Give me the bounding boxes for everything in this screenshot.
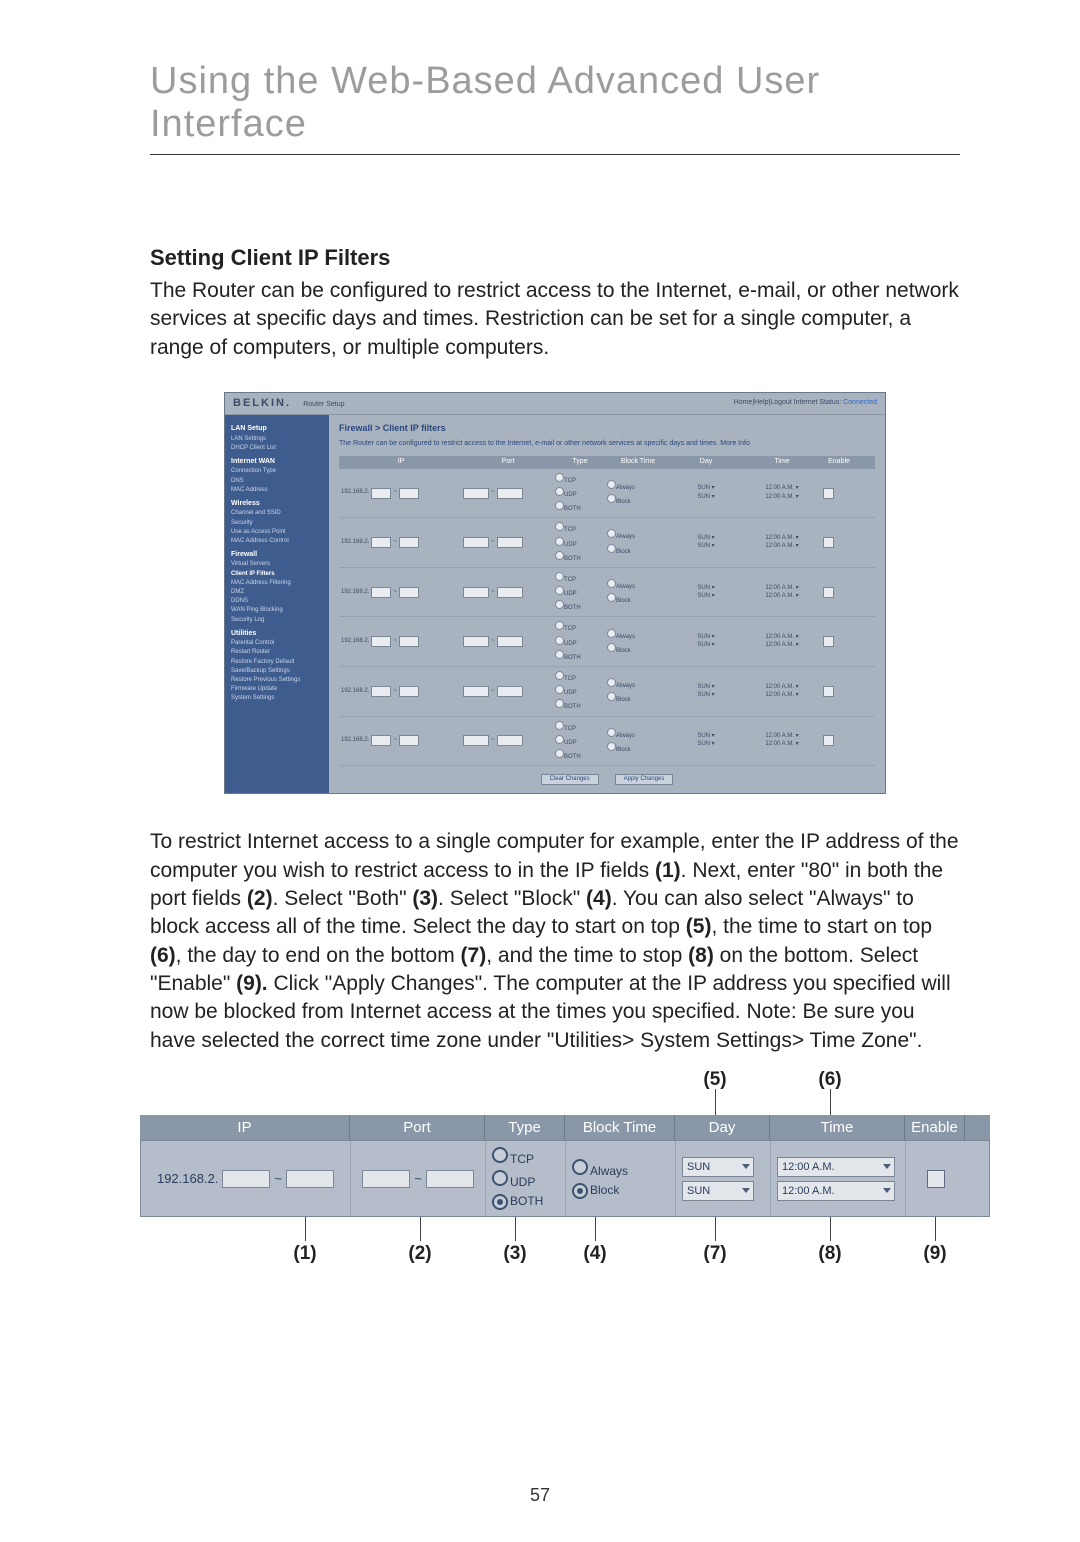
- annotated-row-figure: (5) (6) IP Port Type Block Time Day Time…: [140, 1085, 990, 1267]
- callout-5: (5): [703, 1069, 726, 1091]
- panel-title: Firewall > Client IP filters: [339, 423, 875, 434]
- sidebar-item[interactable]: DDNS: [231, 598, 323, 605]
- sidebar-item[interactable]: DMZ: [231, 589, 323, 596]
- blocktime-cell: Always Block: [566, 1141, 676, 1216]
- panel-description: The Router can be configured to restrict…: [339, 440, 875, 448]
- sidebar-item[interactable]: Parental Control: [231, 640, 323, 647]
- page-banner: Using the Web-Based Advanced User Interf…: [150, 60, 960, 155]
- sidebar-item[interactable]: Restart Router: [231, 649, 323, 656]
- filter-header-row: IP Port Type Block Time Day Time Enable: [339, 456, 875, 468]
- sidebar-item[interactable]: LAN Settings: [231, 436, 323, 443]
- filter-rule-row: 192.168.2. ~ ~ TCPUDPBOTHAlwaysBlockSUN …: [339, 617, 875, 667]
- enable-checkbox[interactable]: [927, 1170, 945, 1188]
- sidebar-item[interactable]: DHCP Client List: [231, 445, 323, 452]
- filter-rule-row: 192.168.2. ~ ~ TCPUDPBOTHAlwaysBlockSUN …: [339, 469, 875, 519]
- type-both-radio[interactable]: [492, 1194, 508, 1210]
- port-start-input[interactable]: [362, 1170, 410, 1188]
- ip-end-input[interactable]: [286, 1170, 334, 1188]
- filter-rule-row: 192.168.2. ~ ~ TCPUDPBOTHAlwaysBlockSUN …: [339, 717, 875, 767]
- router-screenshot: BELKIN. Router Setup Home|Help|Logout In…: [150, 392, 960, 794]
- sidebar-item[interactable]: Restore Previous Settings: [231, 677, 323, 684]
- sidebar-item[interactable]: MAC Address Control: [231, 538, 323, 545]
- callout-2: (2): [408, 1243, 431, 1265]
- time-end-select[interactable]: 12:00 A.M.: [777, 1181, 895, 1201]
- sidebar-item[interactable]: MAC Address: [231, 487, 323, 494]
- filter-rule-row: 192.168.2. ~ ~ TCPUDPBOTHAlwaysBlockSUN …: [339, 518, 875, 568]
- filter-rule-row: 192.168.2. ~ ~ TCPUDPBOTHAlwaysBlockSUN …: [339, 667, 875, 717]
- sidebar-heading: Internet WAN: [231, 458, 323, 466]
- sidebar-item[interactable]: Connection Type: [231, 468, 323, 475]
- callout-6: (6): [818, 1069, 841, 1091]
- callout-7: (7): [703, 1243, 726, 1265]
- sidebar-item[interactable]: WAN Ping Blocking: [231, 607, 323, 614]
- sidebar-heading: Firewall: [231, 551, 323, 559]
- callout-4: (4): [583, 1243, 606, 1265]
- status-text: Home|Help|Logout Internet Status: Connec…: [734, 399, 877, 407]
- type-tcp-radio[interactable]: [492, 1147, 508, 1163]
- day-end-select[interactable]: SUN: [682, 1181, 754, 1201]
- type-udp-radio[interactable]: [492, 1170, 508, 1186]
- intro-paragraph: The Router can be configured to restrict…: [150, 277, 960, 362]
- ip-start-input[interactable]: [222, 1170, 270, 1188]
- time-start-select[interactable]: 12:00 A.M.: [777, 1157, 895, 1177]
- main-pane: Firewall > Client IP filters The Router …: [329, 415, 885, 793]
- sidebar-item[interactable]: Firmware Update: [231, 686, 323, 693]
- time-cell: 12:00 A.M. 12:00 A.M.: [771, 1141, 906, 1216]
- section-heading: Setting Client IP Filters: [150, 245, 960, 271]
- sidebar-item[interactable]: DNS: [231, 478, 323, 485]
- router-label: Router Setup: [303, 401, 344, 408]
- type-cell: TCP UDP BOTH: [486, 1141, 566, 1216]
- page-number: 57: [0, 1485, 1080, 1506]
- day-start-select[interactable]: SUN: [682, 1157, 754, 1177]
- sidebar-heading: LAN Setup: [231, 425, 323, 433]
- callout-1: (1): [293, 1243, 316, 1265]
- sidebar-item[interactable]: Virtual Servers: [231, 561, 323, 568]
- day-cell: SUN SUN: [676, 1141, 771, 1216]
- block-block-radio[interactable]: [572, 1183, 588, 1199]
- sidebar-item[interactable]: Security Log: [231, 617, 323, 624]
- callout-8: (8): [818, 1243, 841, 1265]
- callout-3: (3): [503, 1243, 526, 1265]
- callout-9: (9): [923, 1243, 946, 1265]
- sidebar-item[interactable]: Security: [231, 520, 323, 527]
- sidebar-item[interactable]: Save/Backup Settings: [231, 668, 323, 675]
- sidebar-item[interactable]: Use as Access Point: [231, 529, 323, 536]
- block-always-radio[interactable]: [572, 1159, 588, 1175]
- instruction-paragraph: To restrict Internet access to a single …: [150, 828, 960, 1055]
- sidebar-item[interactable]: Client IP Filters: [231, 571, 323, 578]
- sidebar-item[interactable]: MAC Address Filtering: [231, 580, 323, 587]
- sidebar-item[interactable]: Restore Factory Default: [231, 659, 323, 666]
- sidebar-heading: Wireless: [231, 500, 323, 508]
- clear-changes-button[interactable]: Clear Changes: [541, 774, 599, 785]
- filter-rule-row: 192.168.2. ~ ~ TCPUDPBOTHAlwaysBlockSUN …: [339, 568, 875, 618]
- ip-cell: 192.168.2. ~: [141, 1141, 351, 1216]
- port-end-input[interactable]: [426, 1170, 474, 1188]
- apply-changes-button[interactable]: Apply Changes: [615, 774, 674, 785]
- closeup-row: 192.168.2. ~ ~ TCP UDP BOTH Always Block…: [140, 1140, 990, 1217]
- sidebar-item[interactable]: System Settings: [231, 695, 323, 702]
- enable-cell: [906, 1141, 966, 1216]
- closeup-header: IP Port Type Block Time Day Time Enable: [140, 1115, 990, 1140]
- sidebar-heading: Utilities: [231, 630, 323, 638]
- sidebar-nav: LAN Setup LAN Settings DHCP Client List Int…: [225, 415, 329, 793]
- port-cell: ~: [351, 1141, 486, 1216]
- sidebar-item[interactable]: Channel and SSID: [231, 510, 323, 517]
- brand-logo: BELKIN.: [233, 397, 291, 409]
